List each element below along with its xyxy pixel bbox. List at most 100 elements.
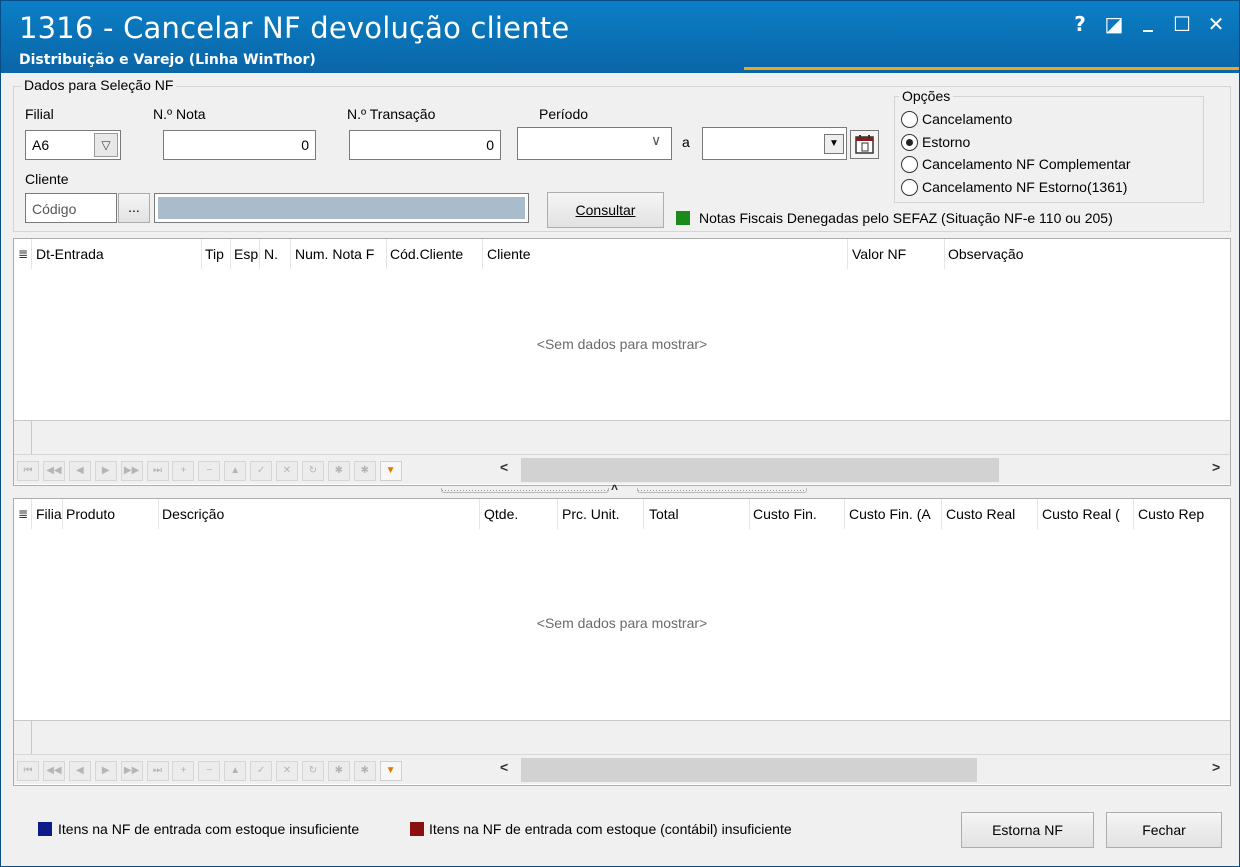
col-sep: [643, 499, 644, 529]
minimize-icon[interactable]: _: [1135, 7, 1161, 33]
fechar-button[interactable]: Fechar: [1106, 812, 1222, 848]
scroll-right-icon[interactable]: >: [1212, 759, 1220, 775]
col-sep: [290, 239, 291, 269]
prior-page-icon[interactable]: ◀◀: [42, 461, 65, 481]
maximize-icon[interactable]: ☐: [1169, 11, 1195, 37]
col-filial[interactable]: Filia: [36, 506, 62, 522]
prior-page-icon[interactable]: ◀◀: [42, 761, 65, 781]
col-produto[interactable]: Produto: [66, 506, 156, 522]
first-page-icon[interactable]: ⏮: [17, 461, 39, 481]
refresh-icon[interactable]: ↻: [301, 461, 324, 481]
option-estorno[interactable]: Estorno: [901, 132, 970, 152]
col-valor-nf[interactable]: Valor NF: [852, 246, 942, 262]
horizontal-scroll-thumb[interactable]: [521, 458, 999, 482]
estorna-nf-label: Estorna NF: [992, 822, 1063, 838]
grid-splitter[interactable]: ^: [441, 482, 807, 496]
radio-cancelamento[interactable]: [901, 110, 918, 128]
col-tip[interactable]: Tip: [205, 246, 231, 262]
cancel-icon[interactable]: ✕: [276, 461, 298, 481]
col-custo-real-paren[interactable]: Custo Real (: [1042, 506, 1132, 522]
cliente-lookup-button[interactable]: ...: [118, 193, 150, 223]
legend-insufficient-accounting-text: Itens na NF de entrada com estoque (cont…: [429, 821, 792, 837]
first-page-icon[interactable]: ⏮: [17, 761, 39, 781]
bookmark-icon[interactable]: ✱: [327, 761, 350, 781]
col-dt-entrada[interactable]: Dt-Entrada: [36, 246, 204, 262]
column-chooser-icon[interactable]: ≣: [18, 507, 28, 521]
next-icon[interactable]: ▶: [94, 461, 117, 481]
next-page-icon[interactable]: ▶▶: [120, 761, 143, 781]
nota-input[interactable]: 0: [163, 130, 316, 160]
col-sep: [1133, 499, 1134, 529]
dropdown-arrow-icon[interactable]: ▼: [824, 134, 844, 154]
col-custo-fin[interactable]: Custo Fin.: [753, 506, 845, 522]
consultar-button[interactable]: Consultar: [547, 192, 664, 228]
next-icon[interactable]: ▶: [94, 761, 117, 781]
edit-icon[interactable]: ▲: [224, 461, 247, 481]
scroll-right-icon[interactable]: >: [1212, 459, 1220, 475]
horizontal-scroll-thumb[interactable]: [521, 758, 977, 782]
col-cod-cliente[interactable]: Cód.Cliente: [390, 246, 482, 262]
next-page-icon[interactable]: ▶▶: [120, 461, 143, 481]
chevron-down-icon[interactable]: ▽: [94, 133, 118, 157]
col-prc-unit[interactable]: Prc. Unit.: [562, 506, 642, 522]
col-custo-real[interactable]: Custo Real: [946, 506, 1038, 522]
col-qtde[interactable]: Qtde.: [484, 506, 556, 522]
insert-icon[interactable]: +: [172, 761, 195, 781]
option-cancelamento[interactable]: Cancelamento: [901, 109, 1012, 129]
legend-insufficient-stock-swatch: [38, 822, 52, 836]
title-bar: 1316 - Cancelar NF devolução cliente Dis…: [1, 1, 1239, 73]
prior-icon[interactable]: ◀: [68, 461, 91, 481]
post-icon[interactable]: ✓: [250, 761, 273, 781]
splitter-arrow-icon[interactable]: ^: [611, 482, 618, 496]
cliente-label: Cliente: [25, 171, 69, 187]
col-num-nota[interactable]: Num. Nota F: [295, 246, 385, 262]
radio-estorno[interactable]: [901, 133, 918, 151]
col-sep: [557, 499, 558, 529]
goto-bookmark-icon[interactable]: ✱: [353, 761, 376, 781]
col-custo-fin-a[interactable]: Custo Fin. (A: [849, 506, 941, 522]
col-n[interactable]: N.: [264, 246, 292, 262]
col-descricao[interactable]: Descrição: [162, 506, 472, 522]
transacao-input[interactable]: 0: [349, 130, 501, 160]
bookmark-icon[interactable]: ✱: [327, 461, 350, 481]
col-esp[interactable]: Esp: [234, 246, 258, 262]
cancel-icon[interactable]: ✕: [276, 761, 298, 781]
insert-icon[interactable]: +: [172, 461, 195, 481]
last-page-icon[interactable]: ⏭: [146, 761, 169, 781]
periodo-from-input[interactable]: [517, 127, 672, 160]
close-icon[interactable]: ✕: [1203, 11, 1229, 37]
col-cliente[interactable]: Cliente: [487, 246, 847, 262]
last-page-icon[interactable]: ⏭: [146, 461, 169, 481]
edit-icon[interactable]: ▲: [224, 761, 247, 781]
splitter-grip-right: [637, 488, 807, 493]
calendar-icon[interactable]: [850, 130, 879, 159]
refresh-icon[interactable]: ↻: [301, 761, 324, 781]
option-cancelamento-complementar[interactable]: Cancelamento NF Complementar: [901, 154, 1131, 174]
column-chooser-icon[interactable]: ≣: [18, 247, 28, 261]
radio-cancelamento-complementar[interactable]: [901, 155, 918, 173]
periodo-separator: a: [682, 134, 690, 150]
radio-cancelamento-estorno[interactable]: [901, 178, 918, 196]
notes-grid[interactable]: ≣ Dt-Entrada Tip Esp N. Num. Nota F Cód.…: [13, 238, 1231, 486]
col-total[interactable]: Total: [649, 506, 745, 522]
option-cancelamento-estorno[interactable]: Cancelamento NF Estorno(1361): [901, 177, 1127, 197]
filter-icon[interactable]: ▼: [379, 761, 402, 781]
help-icon[interactable]: ?: [1067, 11, 1093, 37]
items-grid[interactable]: ≣ Filia Produto Descrição Qtde. Prc. Uni…: [13, 498, 1231, 786]
estorna-nf-button[interactable]: Estorna NF: [961, 812, 1094, 848]
scroll-left-icon[interactable]: <: [500, 459, 508, 475]
cliente-code-input[interactable]: Código: [25, 193, 117, 223]
delete-icon[interactable]: −: [198, 761, 221, 781]
scroll-left-icon[interactable]: <: [500, 759, 508, 775]
window-title: 1316 - Cancelar NF devolução cliente: [19, 11, 570, 45]
restore-mode-icon[interactable]: ◪: [1101, 11, 1127, 37]
filter-icon[interactable]: ▼: [379, 461, 402, 481]
col-custo-rep[interactable]: Custo Rep: [1138, 506, 1218, 522]
filial-label: Filial: [25, 106, 54, 122]
prior-icon[interactable]: ◀: [68, 761, 91, 781]
post-icon[interactable]: ✓: [250, 461, 273, 481]
chevron-down-icon[interactable]: ∨: [651, 132, 661, 149]
col-observacao[interactable]: Observação: [948, 246, 1148, 262]
goto-bookmark-icon[interactable]: ✱: [353, 461, 376, 481]
delete-icon[interactable]: −: [198, 461, 221, 481]
